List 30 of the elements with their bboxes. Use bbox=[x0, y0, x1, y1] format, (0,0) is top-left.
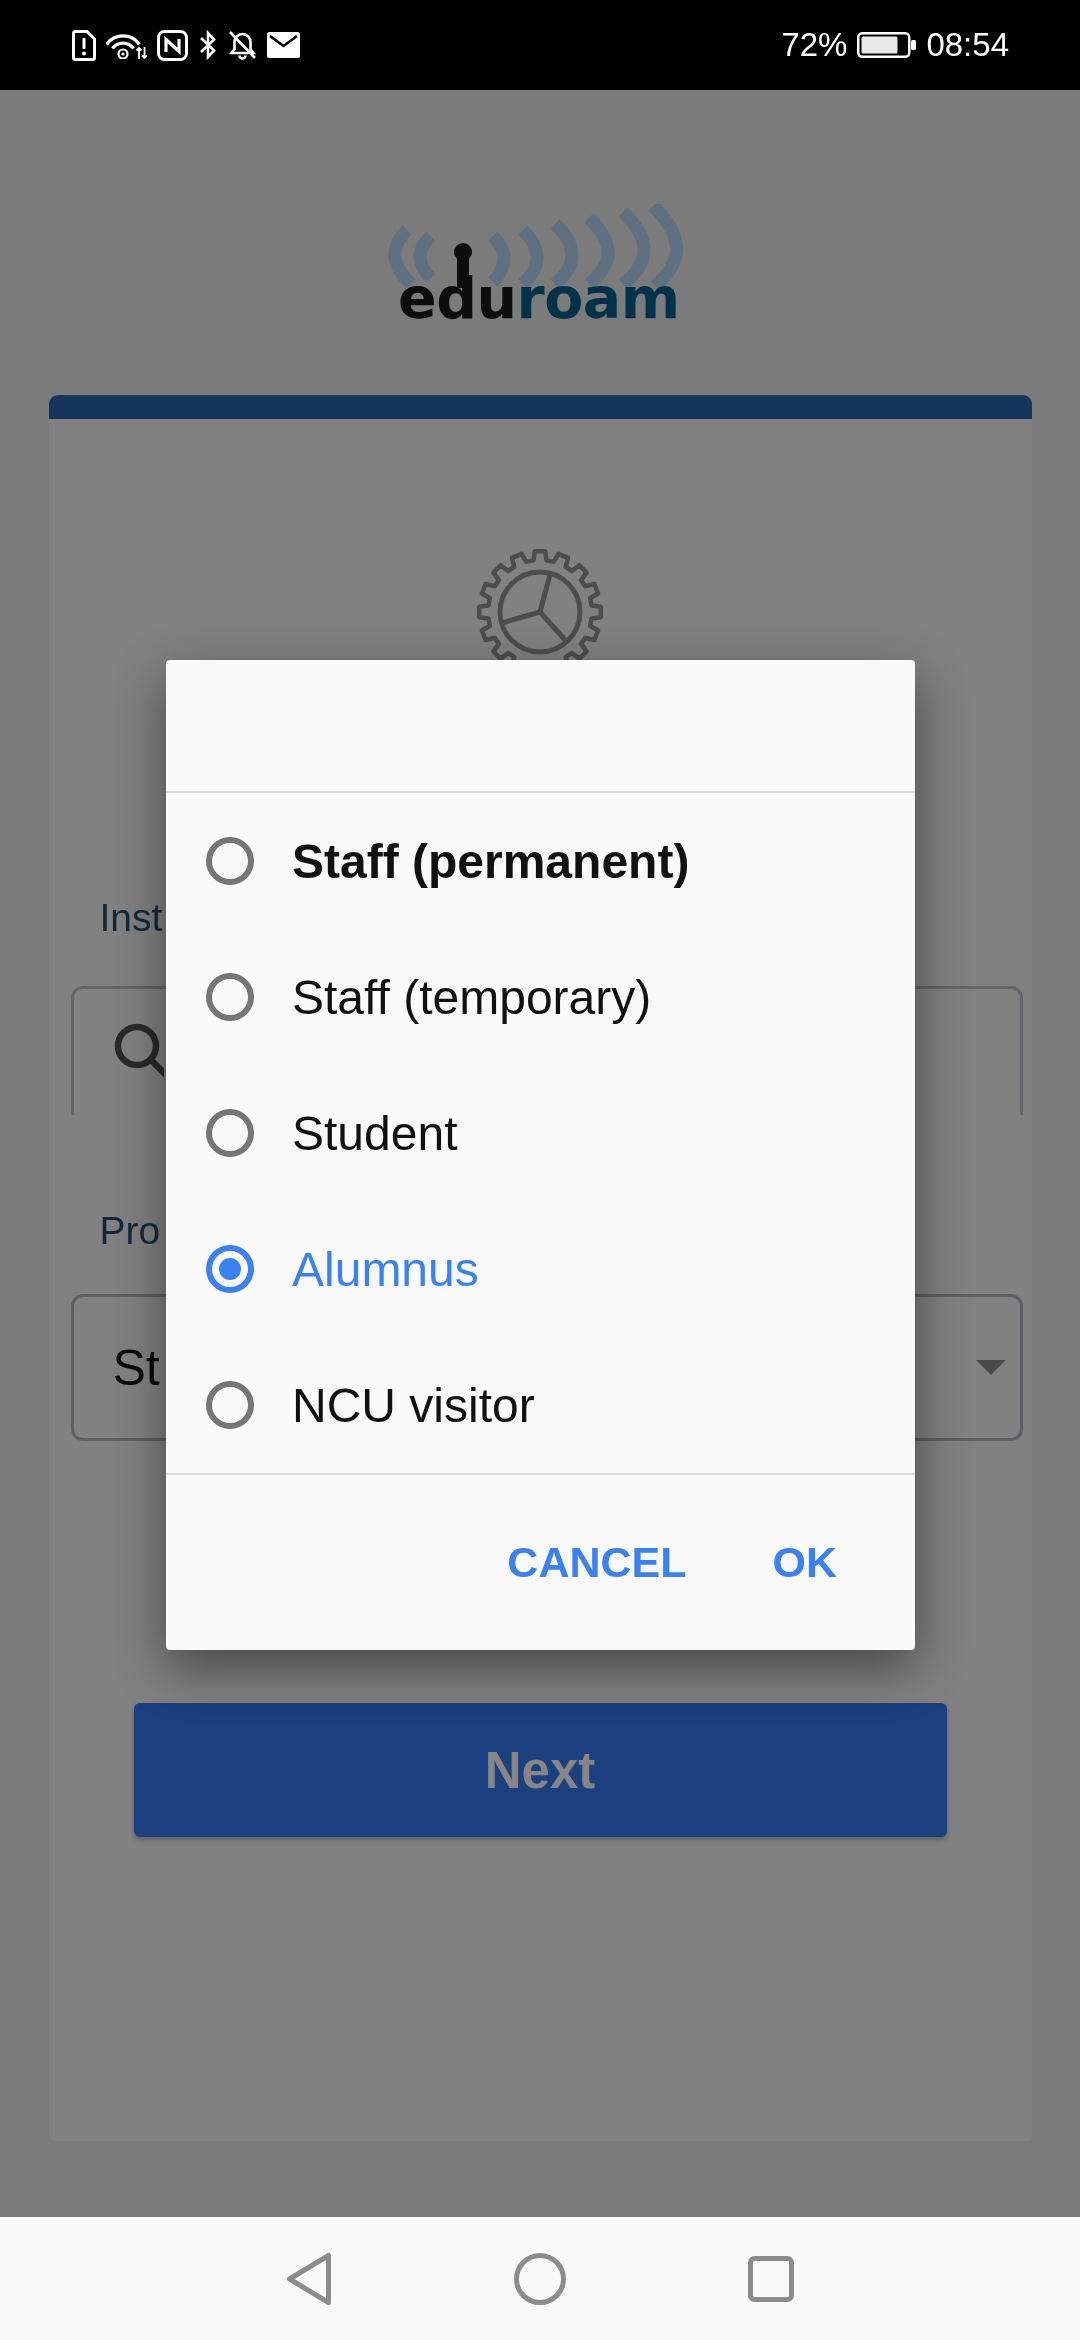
radio-button[interactable] bbox=[206, 1245, 254, 1293]
gear-icon bbox=[476, 548, 604, 660]
bell-off-icon bbox=[228, 30, 257, 60]
dialog-button[interactable]: OK bbox=[756, 1528, 853, 1597]
option-label[interactable]: Staff (temporary) bbox=[292, 969, 652, 1025]
option-label[interactable]: Student bbox=[292, 1105, 458, 1161]
dropdown-value: St bbox=[112, 1338, 160, 1397]
recents-icon[interactable] bbox=[748, 2255, 794, 2302]
home-icon[interactable] bbox=[514, 2252, 566, 2305]
nfc-icon bbox=[157, 29, 188, 61]
radio-button[interactable] bbox=[206, 1381, 254, 1429]
field-label: Pro bbox=[99, 1208, 161, 1254]
dropdown-arrow-icon bbox=[975, 1360, 1006, 1375]
mail-icon bbox=[267, 32, 300, 58]
back-icon[interactable] bbox=[286, 2251, 332, 2306]
radio-button[interactable] bbox=[206, 837, 254, 885]
logo-text: eduroam bbox=[398, 270, 680, 327]
option-label[interactable]: Alumnus bbox=[292, 1241, 479, 1297]
sim-alert-icon bbox=[72, 29, 96, 61]
battery-icon bbox=[857, 32, 917, 58]
wifi-icon bbox=[106, 31, 147, 59]
radio-button[interactable] bbox=[206, 1109, 254, 1157]
field-label: Inst bbox=[99, 895, 163, 941]
radio-button[interactable] bbox=[206, 973, 254, 1021]
dialog-button[interactable]: CANCEL bbox=[491, 1528, 703, 1597]
clock: 08:54 bbox=[926, 25, 1009, 65]
option-label[interactable]: Staff (permanent) bbox=[292, 833, 690, 889]
bluetooth-icon bbox=[198, 30, 218, 60]
battery-percent: 72% bbox=[781, 25, 848, 65]
option-label[interactable]: NCU visitor bbox=[292, 1377, 535, 1433]
